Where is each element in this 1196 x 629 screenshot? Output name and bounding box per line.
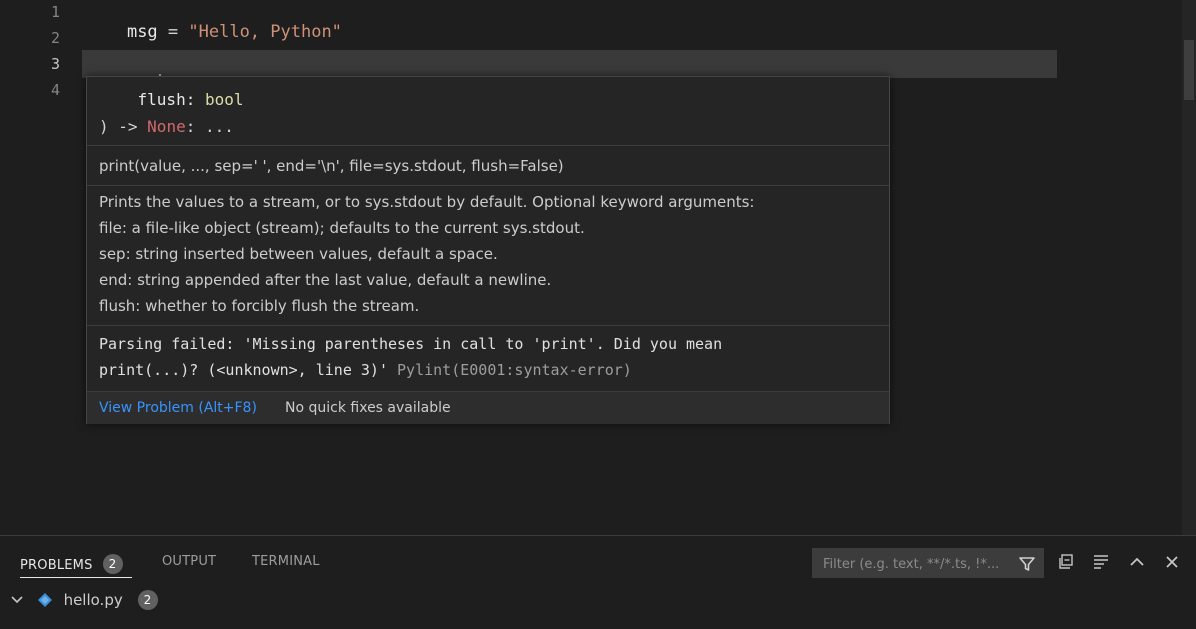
close-icon[interactable]: [1161, 551, 1183, 573]
line-number: 3: [50, 55, 60, 73]
no-quick-fixes-label: No quick fixes available: [285, 400, 451, 416]
view-problem-link[interactable]: View Problem (Alt+F8): [99, 400, 257, 416]
view-as-tree-icon[interactable]: [1090, 551, 1112, 573]
code-operator: =: [157, 22, 189, 42]
line-number: 2: [50, 29, 60, 47]
problems-filter: [812, 548, 1044, 578]
tab-terminal[interactable]: TERMINAL: [252, 554, 320, 569]
error-message-line-1: Parsing failed: 'Missing parentheses in …: [99, 335, 723, 353]
signature-type: bool: [204, 90, 244, 109]
divider: [87, 145, 889, 146]
python-file-icon: [37, 593, 52, 607]
hover-widget: flush: bool ) -> None: ... print(value, …: [86, 76, 890, 424]
signature-ellipsis: : ...: [185, 117, 234, 136]
filter-input[interactable]: [821, 553, 1015, 575]
chevron-up-icon[interactable]: [1126, 551, 1148, 573]
tab-label: PROBLEMS: [20, 558, 93, 573]
code-variable: msg: [126, 22, 158, 42]
doc-line: Prints the values to a stream, or to sys…: [99, 193, 755, 211]
problems-file-row[interactable]: hello.py 2: [10, 590, 158, 612]
doc-line: sep: string inserted between values, def…: [99, 245, 498, 263]
code-string: "Hello, Python": [188, 22, 342, 42]
editor[interactable]: 1 2 3 4 msg = "Hello, Python" print msg …: [0, 0, 1196, 535]
vertical-scrollbar[interactable]: [1182, 0, 1196, 535]
signature-arrow: ) ->: [99, 117, 148, 136]
doc-line: end: string appended after the last valu…: [99, 271, 552, 289]
signature-return-line: ) -> None: ...: [99, 117, 234, 136]
doc-line: file: a file-like object (stream); defau…: [99, 219, 585, 237]
line-number: 4: [50, 81, 60, 99]
doc-line: flush: whether to forcibly flush the str…: [99, 297, 420, 315]
line-number: 1: [50, 3, 60, 21]
active-tab-indicator: [20, 577, 132, 578]
signature-line: flush: bool: [99, 90, 244, 109]
error-source: Pylint(E0001:syntax-error): [397, 361, 632, 379]
tab-problems[interactable]: PROBLEMS 2: [20, 554, 123, 574]
filter-icon[interactable]: [1017, 554, 1037, 574]
bottom-panel: PROBLEMS 2 OUTPUT TERMINAL hello.py 2: [0, 535, 1196, 629]
file-problem-count: 2: [137, 590, 158, 610]
problems-count-badge: 2: [102, 554, 123, 574]
file-name: hello.py: [63, 591, 123, 609]
signature-return-type: None: [147, 117, 186, 136]
code-line-1[interactable]: msg = "Hello, Python": [86, 2, 342, 62]
signature-param: flush:: [99, 90, 205, 109]
tab-output[interactable]: OUTPUT: [162, 554, 216, 569]
function-signature: print(value, ..., sep=' ', end='\n', fil…: [99, 157, 564, 175]
error-message-text: print(...)? (<unknown>, line 3)': [99, 361, 398, 379]
chevron-down-icon[interactable]: [10, 593, 24, 607]
hover-status-bar: View Problem (Alt+F8) No quick fixes ava…: [87, 391, 889, 424]
scrollbar-thumb[interactable]: [1184, 40, 1194, 100]
collapse-all-icon[interactable]: [1055, 551, 1077, 573]
divider: [87, 325, 889, 326]
divider: [87, 185, 889, 186]
error-message-line-2: print(...)? (<unknown>, line 3)' Pylint(…: [99, 361, 632, 379]
